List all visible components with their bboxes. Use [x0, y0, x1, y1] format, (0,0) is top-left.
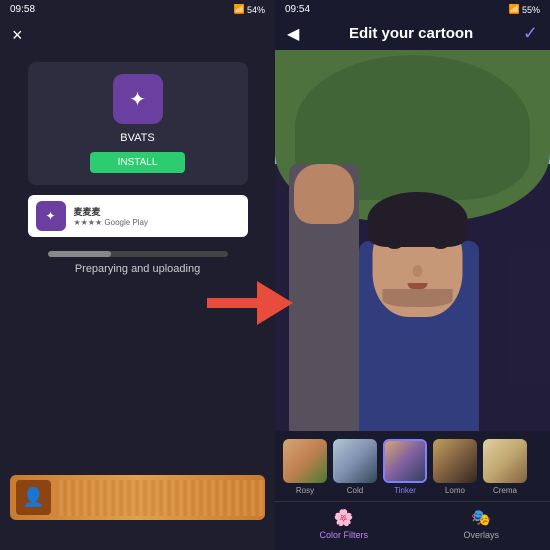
- tabs-row: 🌸 Color Filters 🎭 Overlays: [275, 501, 550, 546]
- filter-label-crema: Crema: [493, 486, 517, 495]
- status-bar-left: 09:58 📶 54%: [0, 0, 275, 19]
- filter-thumb-rosy: [283, 439, 327, 483]
- nose: [412, 265, 422, 277]
- right-phone: 09:54 📶 55% ◀ Edit your cartoon ✓: [275, 0, 550, 550]
- red-arrow-container: [207, 281, 293, 325]
- status-icons-right: 📶 55%: [509, 4, 540, 15]
- filter-thumb-cold: [333, 439, 377, 483]
- app-row-sub: ★★★★ Google Play: [74, 218, 149, 227]
- cartoon-image: [275, 50, 550, 431]
- main-person-face: [372, 207, 462, 317]
- progress-area: Preparying and uploading: [48, 251, 228, 275]
- header-right: ◀ Edit your cartoon ✓: [275, 19, 550, 50]
- left-phone: 09:58 📶 54% × ✦ BVATS INSTALL ✦ 麦麦麦 ★★★★…: [0, 0, 275, 550]
- progress-text: Preparying and uploading: [75, 263, 200, 275]
- filter-label-lomo: Lomo: [445, 486, 465, 495]
- color-filters-icon: 🌸: [334, 508, 354, 528]
- time-left: 09:58: [10, 4, 35, 15]
- ad-icon: 👤: [16, 480, 51, 515]
- filter-label-tinker: Tinker: [394, 486, 416, 495]
- ad-banner: 👤: [10, 475, 265, 520]
- filter-row: Rosy Cold Tinker Lomo: [275, 439, 550, 501]
- filter-rosy[interactable]: Rosy: [283, 439, 327, 495]
- confirm-button[interactable]: ✓: [523, 23, 538, 44]
- app-card-name: BVATS: [120, 132, 154, 144]
- second-person-face: [294, 164, 354, 224]
- filter-cold[interactable]: Cold: [333, 439, 377, 495]
- app-row: ✦ 麦麦麦 ★★★★ Google Play: [28, 195, 248, 237]
- close-button[interactable]: ×: [12, 25, 23, 46]
- tab-label-overlays: Overlays: [463, 530, 499, 540]
- header-left: ×: [0, 19, 275, 52]
- install-button[interactable]: INSTALL: [90, 152, 186, 173]
- filter-thumb-tinker: [383, 439, 427, 483]
- filter-thumb-lomo: [433, 439, 477, 483]
- beard: [382, 289, 452, 307]
- bottom-panel: Rosy Cold Tinker Lomo: [275, 431, 550, 550]
- status-bar-right: 09:54 📶 55%: [275, 0, 550, 19]
- filter-thumb-crema: [483, 439, 527, 483]
- filter-label-rosy: Rosy: [296, 486, 314, 495]
- progress-bar: [48, 251, 228, 257]
- second-person-body: [289, 164, 359, 431]
- right-eye: [433, 242, 447, 249]
- filter-tinker[interactable]: Tinker: [383, 439, 427, 495]
- arrow-shaft: [207, 298, 257, 308]
- app-row-info: 麦麦麦 ★★★★ Google Play: [74, 205, 149, 227]
- progress-fill: [48, 251, 111, 257]
- arrow-head: [257, 281, 293, 325]
- overlays-icon: 🎭: [471, 508, 491, 528]
- back-button[interactable]: ◀: [287, 24, 299, 44]
- time-right: 09:54: [285, 4, 310, 15]
- ad-content: [57, 480, 265, 516]
- filter-lomo[interactable]: Lomo: [433, 439, 477, 495]
- app-row-name: 麦麦麦: [74, 205, 149, 218]
- tab-overlays[interactable]: 🎭 Overlays: [413, 502, 550, 546]
- app-card: ✦ BVATS INSTALL: [28, 62, 248, 185]
- page-title: Edit your cartoon: [349, 25, 473, 42]
- app-row-icon: ✦: [36, 201, 66, 231]
- tab-label-color-filters: Color Filters: [319, 530, 368, 540]
- tab-color-filters[interactable]: 🌸 Color Filters: [275, 502, 413, 546]
- cartoon-scene: [275, 50, 550, 431]
- app-card-icon: ✦: [113, 74, 163, 124]
- filter-label-cold: Cold: [347, 486, 363, 495]
- main-person-hair: [367, 192, 467, 247]
- left-eye: [387, 242, 401, 249]
- status-icons-left: 📶 54%: [234, 4, 265, 15]
- filter-crema[interactable]: Crema: [483, 439, 527, 495]
